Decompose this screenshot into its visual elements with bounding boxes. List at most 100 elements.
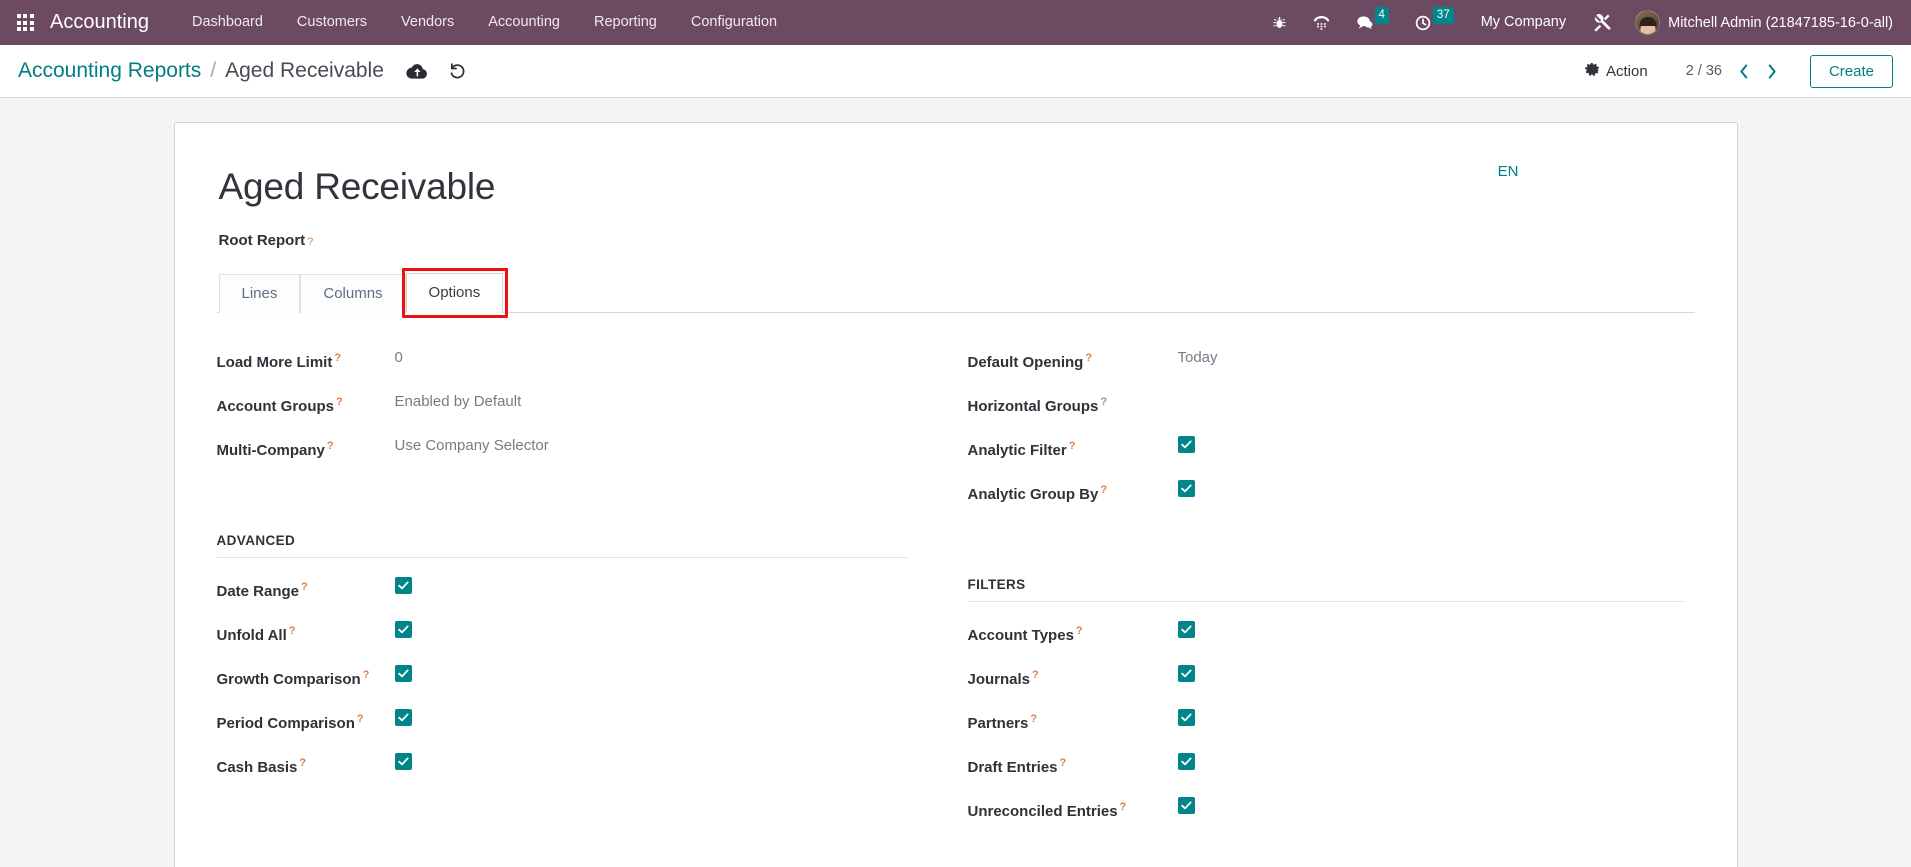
field-account-types: Account Types?: [968, 620, 1685, 664]
record-actions: [406, 63, 466, 80]
root-report-label: Root Report: [219, 232, 306, 249]
bug-icon[interactable]: [1259, 0, 1300, 45]
menu-item-accounting[interactable]: Accounting: [471, 0, 577, 45]
checkbox-period-comparison[interactable]: [395, 709, 412, 726]
help-icon[interactable]: ?: [1060, 757, 1067, 769]
field-label: Default Opening?: [968, 347, 1178, 373]
form-sheet: EN Aged Receivable Root Report ? Lines C…: [174, 122, 1738, 867]
help-icon[interactable]: ?: [299, 757, 306, 769]
field-account-groups: Account Groups? Enabled by Default: [217, 391, 908, 435]
field-period-comparison: Period Comparison?: [217, 708, 908, 752]
checkbox-date-range[interactable]: [395, 577, 412, 594]
chevron-left-icon[interactable]: [1732, 62, 1756, 81]
checkbox-growth-comparison[interactable]: [395, 665, 412, 682]
menu-item-dashboard[interactable]: Dashboard: [175, 0, 280, 45]
tab-columns[interactable]: Columns: [300, 274, 405, 313]
app-brand-accounting[interactable]: Accounting: [50, 11, 149, 34]
control-panel-right: Action 2 / 36 Create: [1575, 55, 1893, 88]
field-default-opening: Default Opening? Today: [968, 347, 1685, 391]
field-cash-basis: Cash Basis?: [217, 752, 908, 796]
root-report-field: Root Report ?: [219, 232, 1695, 249]
checkbox-analytic-filter[interactable]: [1178, 436, 1195, 453]
help-icon[interactable]: ?: [336, 396, 343, 408]
help-icon[interactable]: ?: [1120, 801, 1127, 813]
help-icon[interactable]: ?: [1100, 484, 1107, 496]
checkbox-unreconciled-entries[interactable]: [1178, 797, 1195, 814]
language-badge[interactable]: EN: [1498, 163, 1519, 180]
help-icon[interactable]: ?: [1076, 625, 1083, 637]
create-button[interactable]: Create: [1810, 55, 1893, 88]
field-journals: Journals?: [968, 664, 1685, 708]
field-label: Analytic Group By?: [968, 479, 1178, 505]
field-analytic-filter: Analytic Filter?: [968, 435, 1685, 479]
tab-options[interactable]: Options: [406, 273, 504, 313]
wrench-screwdriver-icon[interactable]: [1580, 0, 1625, 45]
checkbox-unfold-all[interactable]: [395, 621, 412, 638]
field-multi-company: Multi-Company? Use Company Selector: [217, 435, 908, 479]
pager: 2 / 36: [1680, 62, 1784, 81]
help-icon[interactable]: ?: [357, 713, 364, 725]
checkbox-partners[interactable]: [1178, 709, 1195, 726]
checkbox-analytic-group-by[interactable]: [1178, 480, 1195, 497]
activities-clock-icon[interactable]: 37: [1402, 0, 1467, 45]
field-label: Unfold All?: [217, 620, 395, 646]
help-icon[interactable]: ?: [1069, 440, 1076, 452]
help-icon[interactable]: ?: [1032, 669, 1039, 681]
action-menu-button[interactable]: Action: [1575, 56, 1658, 87]
navbar-systray: 4 37 My Company Mitchell Admin (21847185…: [1259, 0, 1898, 45]
company-switcher[interactable]: My Company: [1467, 0, 1580, 45]
apps-grid-icon[interactable]: [8, 0, 42, 45]
menu-item-vendors[interactable]: Vendors: [384, 0, 471, 45]
form-area: EN Aged Receivable Root Report ? Lines C…: [0, 98, 1911, 867]
checkbox-cash-basis[interactable]: [395, 753, 412, 770]
help-icon[interactable]: ?: [307, 236, 313, 248]
menu-item-reporting[interactable]: Reporting: [577, 0, 674, 45]
field-unfold-all: Unfold All?: [217, 620, 908, 664]
section-title-advanced: ADVANCED: [217, 533, 908, 558]
field-label: Account Types?: [968, 620, 1178, 646]
user-name-label: Mitchell Admin (21847185-16-0-all): [1668, 15, 1893, 31]
cloud-upload-icon[interactable]: [406, 63, 427, 79]
action-label: Action: [1606, 63, 1648, 80]
phone-dialer-icon[interactable]: [1300, 0, 1343, 45]
control-panel: Accounting Reports / Aged Receivable Act…: [0, 45, 1911, 98]
help-icon[interactable]: ?: [1085, 352, 1092, 364]
help-icon[interactable]: ?: [1030, 713, 1037, 725]
spacer: [968, 523, 1685, 577]
field-value[interactable]: Use Company Selector: [395, 435, 549, 456]
checkbox-journals[interactable]: [1178, 665, 1195, 682]
user-menu[interactable]: Mitchell Admin (21847185-16-0-all): [1625, 0, 1897, 45]
field-horizontal-groups: Horizontal Groups?: [968, 391, 1685, 435]
checkbox-draft-entries[interactable]: [1178, 753, 1195, 770]
help-icon[interactable]: ?: [301, 581, 308, 593]
undo-reset-icon[interactable]: [449, 63, 466, 80]
avatar: [1635, 10, 1660, 35]
help-icon[interactable]: ?: [334, 352, 341, 364]
activities-counter-badge: 37: [1433, 7, 1454, 24]
field-value[interactable]: Enabled by Default: [395, 391, 522, 412]
messages-icon[interactable]: 4: [1343, 0, 1402, 45]
field-partners: Partners?: [968, 708, 1685, 752]
field-load-more-limit: Load More Limit? 0: [217, 347, 908, 391]
field-analytic-group-by: Analytic Group By?: [968, 479, 1685, 523]
menu-item-configuration[interactable]: Configuration: [674, 0, 794, 45]
notebook-tabs: Lines Columns Options: [217, 273, 1695, 313]
help-icon[interactable]: ?: [1100, 396, 1107, 408]
chevron-right-icon[interactable]: [1760, 62, 1784, 81]
menu-item-customers[interactable]: Customers: [280, 0, 384, 45]
help-icon[interactable]: ?: [289, 625, 296, 637]
field-value[interactable]: 0: [395, 347, 403, 368]
pager-value: 2 / 36: [1680, 63, 1728, 79]
tab-lines[interactable]: Lines: [219, 274, 301, 313]
help-icon[interactable]: ?: [327, 440, 334, 452]
field-label: Period Comparison?: [217, 708, 395, 734]
field-value[interactable]: Today: [1178, 347, 1218, 368]
gear-icon: [1585, 62, 1600, 81]
checkbox-account-types[interactable]: [1178, 621, 1195, 638]
field-label: Partners?: [968, 708, 1178, 734]
field-label: Journals?: [968, 664, 1178, 690]
help-icon[interactable]: ?: [363, 669, 370, 681]
field-label: Analytic Filter?: [968, 435, 1178, 461]
field-label: Growth Comparison?: [217, 664, 395, 690]
breadcrumb-accounting-reports[interactable]: Accounting Reports: [18, 59, 201, 83]
